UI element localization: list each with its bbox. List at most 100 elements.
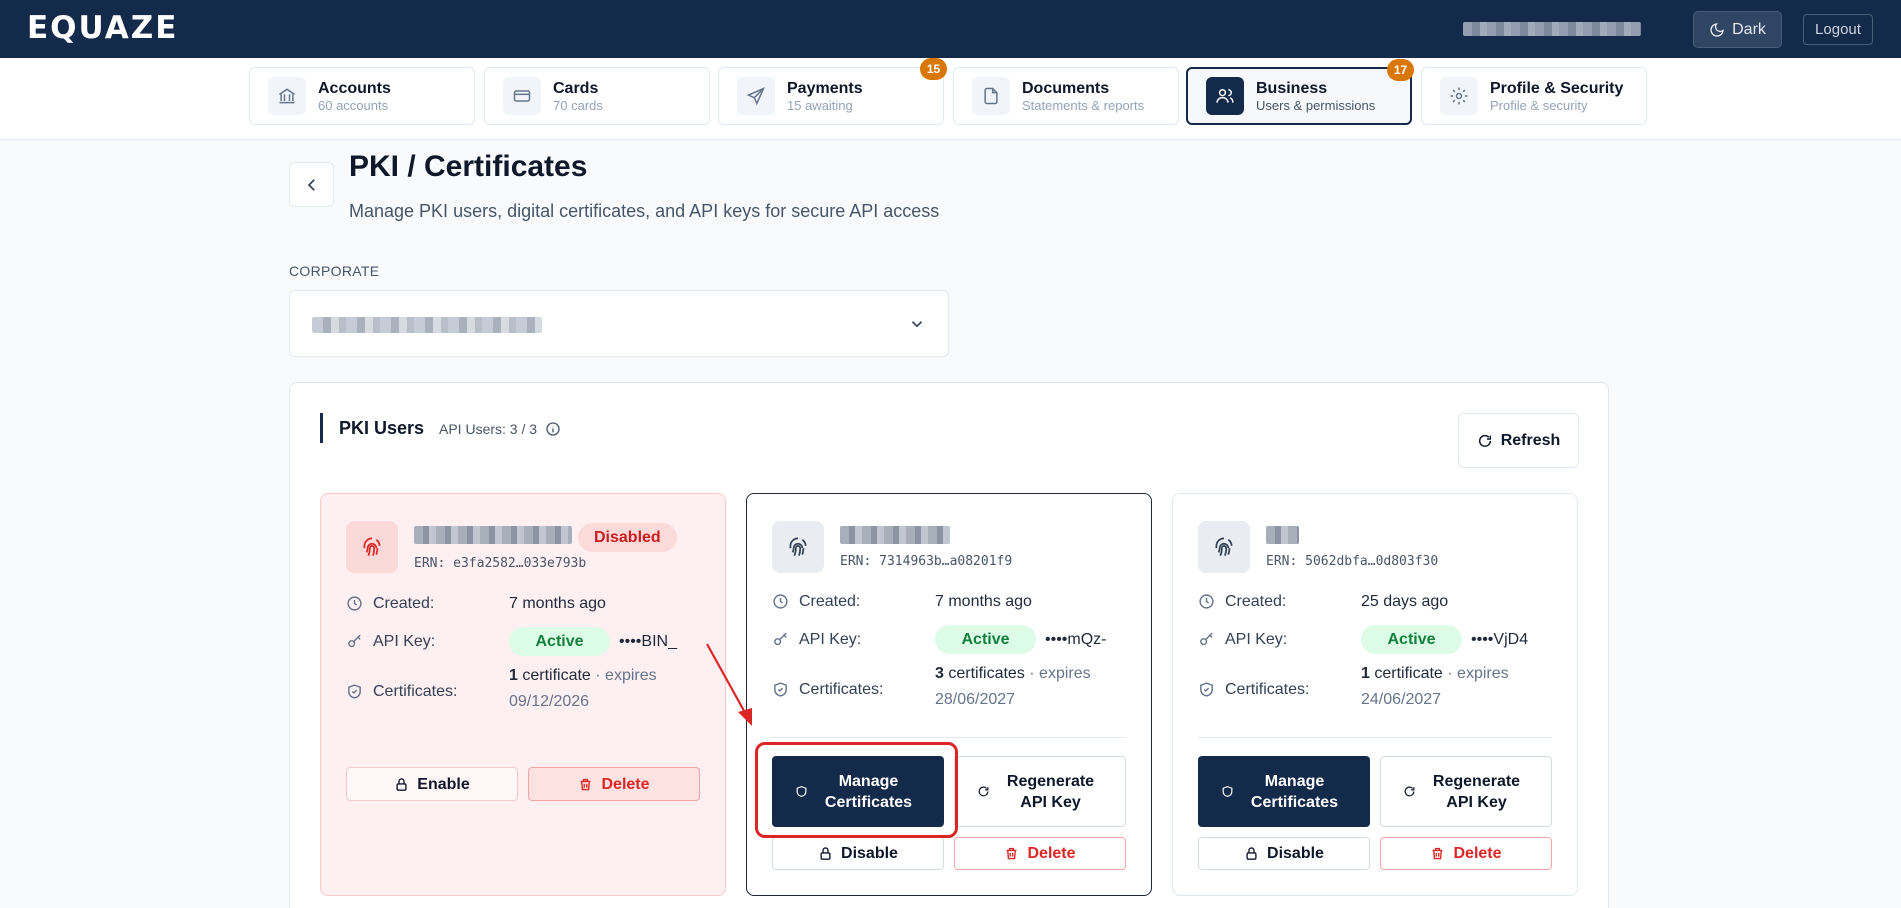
tab-title: Accounts xyxy=(318,80,391,97)
business-badge: 17 xyxy=(1387,59,1414,81)
created-value: 7 months ago xyxy=(935,593,1032,610)
cert-word: certificate xyxy=(522,667,591,684)
key-icon xyxy=(1200,632,1213,646)
api-users-count: API Users: 3 / 3 xyxy=(439,421,561,437)
highlight-box xyxy=(755,742,958,838)
tab-accounts[interactable]: Accounts 60 accounts xyxy=(249,67,475,125)
shield-icon xyxy=(1222,785,1233,797)
tab-title: Business xyxy=(1256,80,1328,97)
cert-word: certificate xyxy=(1374,665,1443,682)
annotation-arrow-icon xyxy=(706,643,752,726)
tab-title: Cards xyxy=(553,80,599,97)
info-icon[interactable] xyxy=(545,421,561,437)
cert-date: 28/06/2027 xyxy=(935,691,1016,708)
send-icon xyxy=(737,77,775,115)
enable-button[interactable]: Enable xyxy=(346,767,518,801)
refresh-label: Refresh xyxy=(1500,431,1561,449)
tab-title: Documents xyxy=(1022,80,1110,97)
delete-button[interactable]: Delete xyxy=(954,837,1126,870)
page-subtitle: Manage PKI users, digital certificates, … xyxy=(349,201,940,221)
key-icon xyxy=(348,634,361,648)
ern-value: ERN: 5062dbfa…0d803f30 xyxy=(1266,554,1439,569)
tab-subtitle: Users & permissions xyxy=(1256,98,1376,113)
pki-user-card: ERN: 5062dbfa…0d803f30 Created: 25 days … xyxy=(1172,493,1578,896)
status-badge: Disabled xyxy=(578,523,677,552)
payments-badge: 15 xyxy=(920,58,947,80)
regenerate-api-key-label: Regenerate API Key xyxy=(1432,772,1521,811)
users-icon xyxy=(1206,77,1244,115)
disable-label: Disable xyxy=(1267,845,1324,862)
chevron-left-icon xyxy=(307,178,315,191)
lock-icon xyxy=(1246,847,1257,860)
logout-button[interactable]: Logout xyxy=(1803,14,1873,45)
gear-icon xyxy=(1440,77,1478,115)
delete-button[interactable]: Delete xyxy=(1380,837,1552,870)
back-button[interactable] xyxy=(289,162,334,207)
cert-count: 1 xyxy=(1361,665,1370,682)
user-name-redacted xyxy=(840,526,950,544)
dark-mode-button[interactable]: Dark xyxy=(1693,11,1782,48)
cert-date: 24/06/2027 xyxy=(1361,691,1442,708)
card-divider xyxy=(772,737,1126,738)
api-key-masked: ••••mQz- xyxy=(1045,631,1107,648)
disable-button[interactable]: Disable xyxy=(772,837,944,870)
api-key-status-badge: Active xyxy=(509,627,610,656)
tab-business[interactable]: Business Users & permissions 17 xyxy=(1186,59,1414,125)
clock-icon xyxy=(1199,594,1214,609)
trash-icon xyxy=(1006,847,1017,860)
user-name-redacted xyxy=(1463,22,1641,36)
tab-subtitle: 15 awaiting xyxy=(787,98,853,113)
clock-icon xyxy=(773,594,788,609)
cert-count: 3 xyxy=(935,665,944,682)
api-key-masked: ••••VjD4 xyxy=(1471,631,1529,648)
certificates-label: Certificates: xyxy=(1225,681,1310,698)
fingerprint-icon xyxy=(772,521,824,573)
created-value: 7 months ago xyxy=(509,595,606,612)
clock-icon xyxy=(347,596,362,611)
certificates-label: Certificates: xyxy=(799,681,884,698)
ern-value: ERN: e3fa2582…033e793b xyxy=(414,556,587,571)
lock-icon xyxy=(820,847,831,860)
shield-icon xyxy=(1200,682,1213,697)
section-accent-bar xyxy=(320,413,323,443)
corporate-select[interactable] xyxy=(289,290,949,357)
regenerate-api-key-button[interactable]: Regenerate API Key xyxy=(1380,756,1552,827)
bank-icon xyxy=(268,77,306,115)
api-key-label: API Key: xyxy=(799,631,862,648)
api-key-label: API Key: xyxy=(1225,631,1288,648)
disable-button[interactable]: Disable xyxy=(1198,837,1370,870)
manage-certificates-button[interactable]: Manage Certificates xyxy=(1198,756,1370,827)
tab-profile-security[interactable]: Profile & Security Profile & security xyxy=(1421,67,1647,125)
main-nav: Accounts 60 accounts Cards 70 cards Paymen… xyxy=(0,58,1901,140)
shield-icon xyxy=(774,682,787,697)
pki-user-card: Disabled ERN: e3fa2582…033e793b Created:… xyxy=(320,493,726,896)
ern-value: ERN: 7314963b…a08201f9 xyxy=(840,554,1013,569)
tab-cards[interactable]: Cards 70 cards xyxy=(484,67,710,125)
regenerate-api-key-label: Regenerate API Key xyxy=(1006,772,1095,811)
cert-count: 1 xyxy=(509,667,518,684)
delete-label: Delete xyxy=(1027,845,1076,862)
trash-icon xyxy=(1432,847,1443,860)
refresh-icon xyxy=(1478,434,1491,447)
chevron-down-icon xyxy=(911,321,923,328)
certificates-value: 1 certificate · expires 09/12/2026 xyxy=(509,663,694,715)
moon-icon xyxy=(1710,22,1724,37)
tab-title: Payments xyxy=(787,80,863,97)
dark-mode-label: Dark xyxy=(1732,20,1766,38)
refresh-button[interactable]: Refresh xyxy=(1458,413,1579,468)
created-label: Created: xyxy=(1225,593,1287,610)
delete-button[interactable]: Delete xyxy=(528,767,700,801)
tab-documents[interactable]: Documents Statements & reports xyxy=(953,67,1179,125)
shield-icon xyxy=(348,684,361,699)
tab-payments[interactable]: Payments 15 awaiting 15 xyxy=(718,58,947,125)
manage-certificates-label: Manage Certificates xyxy=(1250,772,1339,811)
api-key-status-badge: Active xyxy=(1361,625,1462,654)
top-header: EQUAZE Dark Logout xyxy=(0,0,1901,58)
card-icon xyxy=(503,77,541,115)
regenerate-api-key-button[interactable]: Regenerate API Key xyxy=(954,756,1126,827)
tab-subtitle: Profile & security xyxy=(1490,98,1588,113)
disable-label: Disable xyxy=(841,845,898,862)
tab-subtitle: 70 cards xyxy=(553,98,603,113)
user-name-redacted xyxy=(414,526,572,544)
logo: EQUAZE xyxy=(27,10,179,46)
